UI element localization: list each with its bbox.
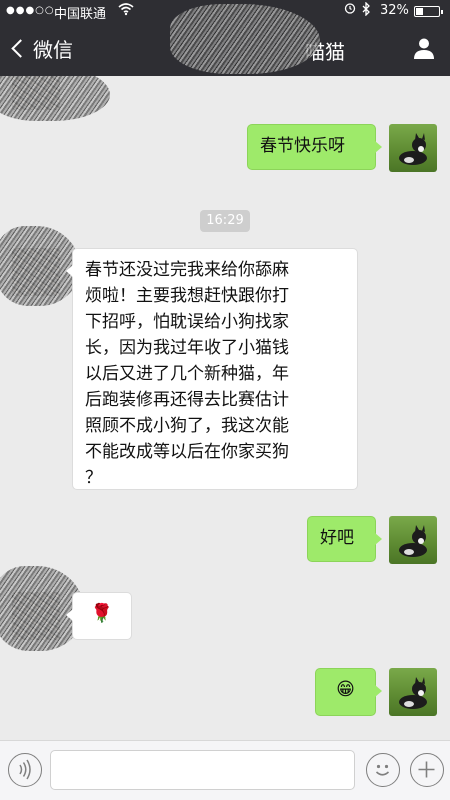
my-avatar bbox=[389, 516, 437, 564]
input-bar bbox=[0, 740, 450, 800]
message-timestamp: 16:29 bbox=[200, 210, 250, 232]
more-button[interactable] bbox=[410, 753, 444, 787]
chat-area[interactable]: 春节快乐呀 16:29 春节还没过完我来给你舔麻 烦啦！主要我想赶快跟你打 下招… bbox=[0, 76, 450, 740]
my-avatar bbox=[389, 668, 437, 716]
message-input[interactable] bbox=[50, 750, 355, 790]
plus-icon bbox=[418, 761, 435, 778]
message-line: ？ bbox=[85, 468, 102, 488]
carrier-name: 中国联通 bbox=[54, 7, 107, 22]
message-line: 照顾不成小狗了，我这次能 bbox=[85, 416, 289, 436]
message-line: 长，因为我过年收了小猫钱 bbox=[85, 338, 289, 358]
my-avatar bbox=[389, 124, 437, 172]
message-bubble-received[interactable]: 春节还没过完我来给你舔麻 烦啦！主要我想赶快跟你打 下招呼，怕耽误给小狗找家 长… bbox=[66, 248, 358, 490]
message-bubble-received[interactable]: 🌹 bbox=[66, 592, 132, 640]
message-text: 好吧 bbox=[320, 528, 354, 548]
wifi-icon bbox=[118, 2, 134, 20]
message-text: 春节快乐呀 bbox=[260, 136, 345, 156]
voice-icon bbox=[19, 759, 31, 780]
redaction-scribble bbox=[0, 76, 110, 121]
message-line: 后跑装修再还得去比赛估计 bbox=[85, 390, 289, 410]
message-bubble-sent[interactable]: 😁 bbox=[315, 668, 382, 716]
battery-level bbox=[416, 8, 423, 15]
message-line: 下招呼，怕耽误给小狗找家 bbox=[85, 312, 289, 332]
message-line: 以后又进了几个新种猫，年 bbox=[85, 364, 289, 384]
alarm-icon bbox=[344, 2, 356, 17]
message-bubble-sent[interactable]: 春节快乐呀 bbox=[247, 124, 382, 170]
grin-emoji: 😁 bbox=[336, 679, 355, 700]
smiley-icon bbox=[375, 764, 390, 776]
rose-emoji: 🌹 bbox=[90, 603, 114, 624]
battery-icon bbox=[414, 6, 443, 17]
message-line: 春节还没过完我来给你舔麻 bbox=[85, 260, 289, 280]
nav-bar: 微信 喵猫 bbox=[0, 4, 450, 76]
emoji-button[interactable] bbox=[366, 753, 400, 787]
signal-strength-icon: ●●●○○ bbox=[6, 5, 55, 16]
message-line: 不能改成等以后在你家买狗 bbox=[85, 442, 289, 462]
bluetooth-icon bbox=[362, 1, 371, 20]
message-line: 烦啦！主要我想赶快跟你打 bbox=[85, 286, 289, 306]
redaction-scribble bbox=[170, 4, 320, 74]
profile-icon[interactable] bbox=[412, 36, 436, 60]
voice-button[interactable] bbox=[8, 753, 42, 787]
message-bubble-sent[interactable]: 好吧 bbox=[307, 516, 382, 562]
battery-percent: 32% bbox=[380, 3, 409, 18]
